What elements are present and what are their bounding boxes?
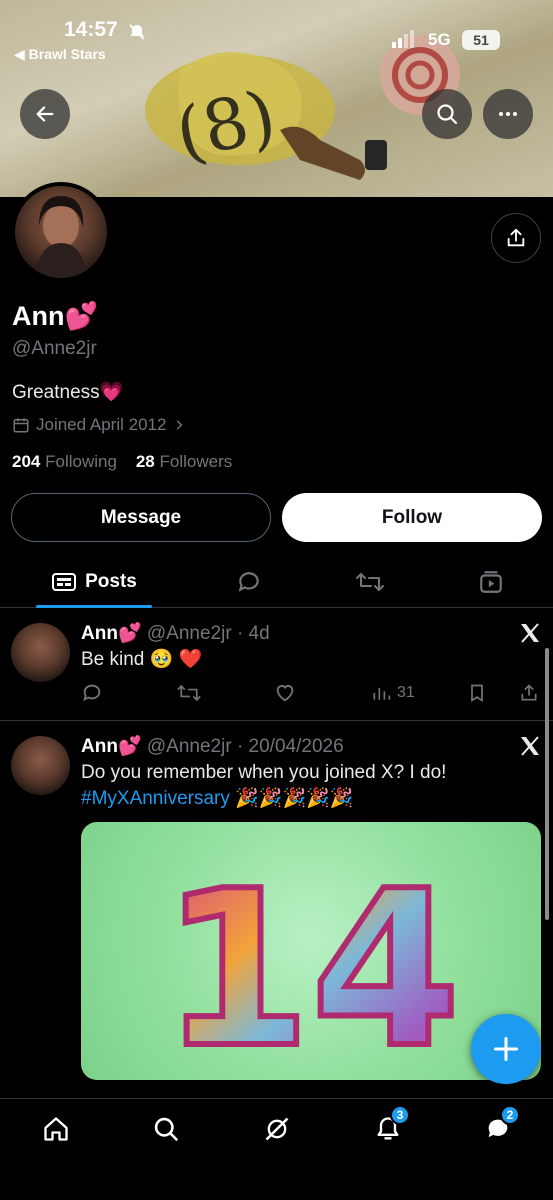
post-actions: 31 (81, 681, 543, 705)
hashtag-link[interactable]: #MyXAnniversary (81, 788, 230, 809)
share-post-button[interactable] (519, 681, 539, 705)
search-button[interactable] (422, 89, 472, 139)
profile-banner[interactable]: (8) 14:57 ◀ Brawl Stars 5G 51 (0, 0, 553, 197)
following-label: Following (45, 452, 117, 471)
media-icon (480, 571, 502, 593)
post-text-line: Do you remember when you joined X? I do! (81, 762, 447, 783)
back-button[interactable] (20, 89, 70, 139)
tab-reposts[interactable] (345, 556, 395, 608)
followers-count: 28 (135, 452, 155, 471)
views-button[interactable]: 31 (371, 681, 415, 705)
bookmark-icon (471, 684, 483, 703)
post-header: Ann💕 @Anne2jr · 4d (81, 621, 270, 645)
bottom-navigation: 3 2 (0, 1098, 553, 1200)
post-text: Be kind 🥹 ❤️ (81, 649, 203, 670)
messages-badge: 2 (500, 1105, 520, 1125)
x-logo-icon (521, 623, 539, 643)
tab-posts-label: Posts (85, 571, 137, 592)
notifications-badge: 3 (390, 1105, 410, 1125)
post-header: Ann💕 @Anne2jr · 20/04/2026 (81, 734, 344, 758)
profile-tabs: Posts (0, 556, 553, 608)
status-bar: 14:57 ◀ Brawl Stars 5G 51 (0, 0, 553, 70)
repost-icon (177, 684, 201, 702)
followers-link[interactable]: 28 Followers (136, 452, 232, 471)
views-icon (373, 688, 391, 700)
post-author-name[interactable]: Ann (81, 736, 118, 757)
grok-icon (265, 1117, 289, 1141)
share-icon (507, 228, 525, 247)
profile-name: Ann💕 (12, 300, 98, 332)
status-time: 14:57 (64, 18, 118, 41)
following-count: 204 (12, 452, 41, 471)
like-icon (276, 685, 294, 702)
avatar-image (35, 196, 87, 278)
post-author-emoji: 💕 (117, 623, 142, 644)
more-button[interactable] (483, 89, 533, 139)
nav-grok[interactable] (257, 1113, 297, 1145)
nav-home[interactable] (36, 1113, 76, 1145)
nav-notifications[interactable]: 3 (368, 1105, 410, 1145)
nav-search[interactable] (146, 1113, 186, 1145)
reposts-icon (356, 573, 384, 591)
post-meta: @Anne2jr · 20/04/2026 (146, 736, 344, 757)
bio-emoji: 💗 (99, 382, 124, 403)
message-button[interactable]: Message (11, 493, 271, 542)
scrollbar[interactable] (545, 648, 549, 920)
silent-bell-icon (129, 24, 145, 40)
signal-icon (392, 30, 414, 48)
network-type: 5G (428, 30, 451, 49)
compose-post-button[interactable] (471, 1014, 541, 1084)
tab-media[interactable] (466, 556, 516, 608)
like-button[interactable] (274, 681, 296, 705)
profile-bio: Greatness💗 (12, 380, 123, 404)
follow-stats: 204 Following 28 Followers (12, 452, 232, 472)
post-author-name[interactable]: Ann (81, 623, 118, 644)
battery-indicator: 51 (462, 30, 500, 50)
joined-date[interactable]: Joined April 2012 (12, 415, 186, 435)
back-to-app-link[interactable]: ◀ Brawl Stars (14, 46, 106, 63)
follow-button[interactable]: Follow (282, 493, 542, 542)
reply-button[interactable] (81, 681, 103, 705)
followers-label: Followers (159, 452, 233, 471)
back-arrow-icon (36, 106, 54, 122)
post-author-emoji: 💕 (117, 736, 142, 757)
tab-replies[interactable] (224, 556, 274, 608)
media-number: 14 (161, 844, 460, 1080)
joined-text: Joined April 2012 (36, 415, 167, 434)
bio-text: Greatness (12, 382, 100, 403)
x-logo-icon (521, 736, 539, 756)
repost-button[interactable] (177, 681, 201, 705)
profile-avatar[interactable] (11, 182, 111, 282)
post-avatar[interactable] (11, 736, 70, 795)
bookmark-button[interactable] (467, 681, 487, 705)
nav-messages[interactable]: 2 (478, 1105, 520, 1145)
reply-icon (83, 684, 101, 702)
tab-posts[interactable]: Posts (36, 556, 152, 608)
share-profile-button[interactable] (491, 213, 541, 263)
plus-icon (493, 1036, 519, 1062)
party-emojis: 🎉🎉🎉🎉🎉 (235, 788, 354, 809)
name-emoji: 💕 (64, 301, 99, 331)
profile-handle: @Anne2jr (12, 338, 97, 359)
views-count: 31 (397, 684, 415, 701)
post-avatar[interactable] (11, 623, 70, 682)
calendar-icon (13, 418, 29, 433)
following-link[interactable]: 204 Following (12, 452, 117, 471)
post-meta: @Anne2jr · 4d (146, 623, 270, 644)
search-icon (154, 1117, 178, 1141)
post-text: Do you remember when you joined X? I do!… (81, 760, 541, 812)
post-item[interactable]: Ann💕 @Anne2jr · 4d Be kind 🥹 ❤️ 31 (0, 609, 553, 721)
search-icon (437, 104, 458, 125)
more-icon (499, 112, 517, 116)
home-icon (44, 1117, 68, 1141)
chevron-right-icon (177, 420, 183, 430)
posts-icon (52, 573, 77, 591)
profile-name-text: Ann (12, 301, 65, 331)
replies-icon (238, 572, 259, 592)
share-icon (521, 684, 537, 701)
post-item[interactable]: Ann💕 @Anne2jr · 20/04/2026 Do you rememb… (0, 722, 553, 1102)
